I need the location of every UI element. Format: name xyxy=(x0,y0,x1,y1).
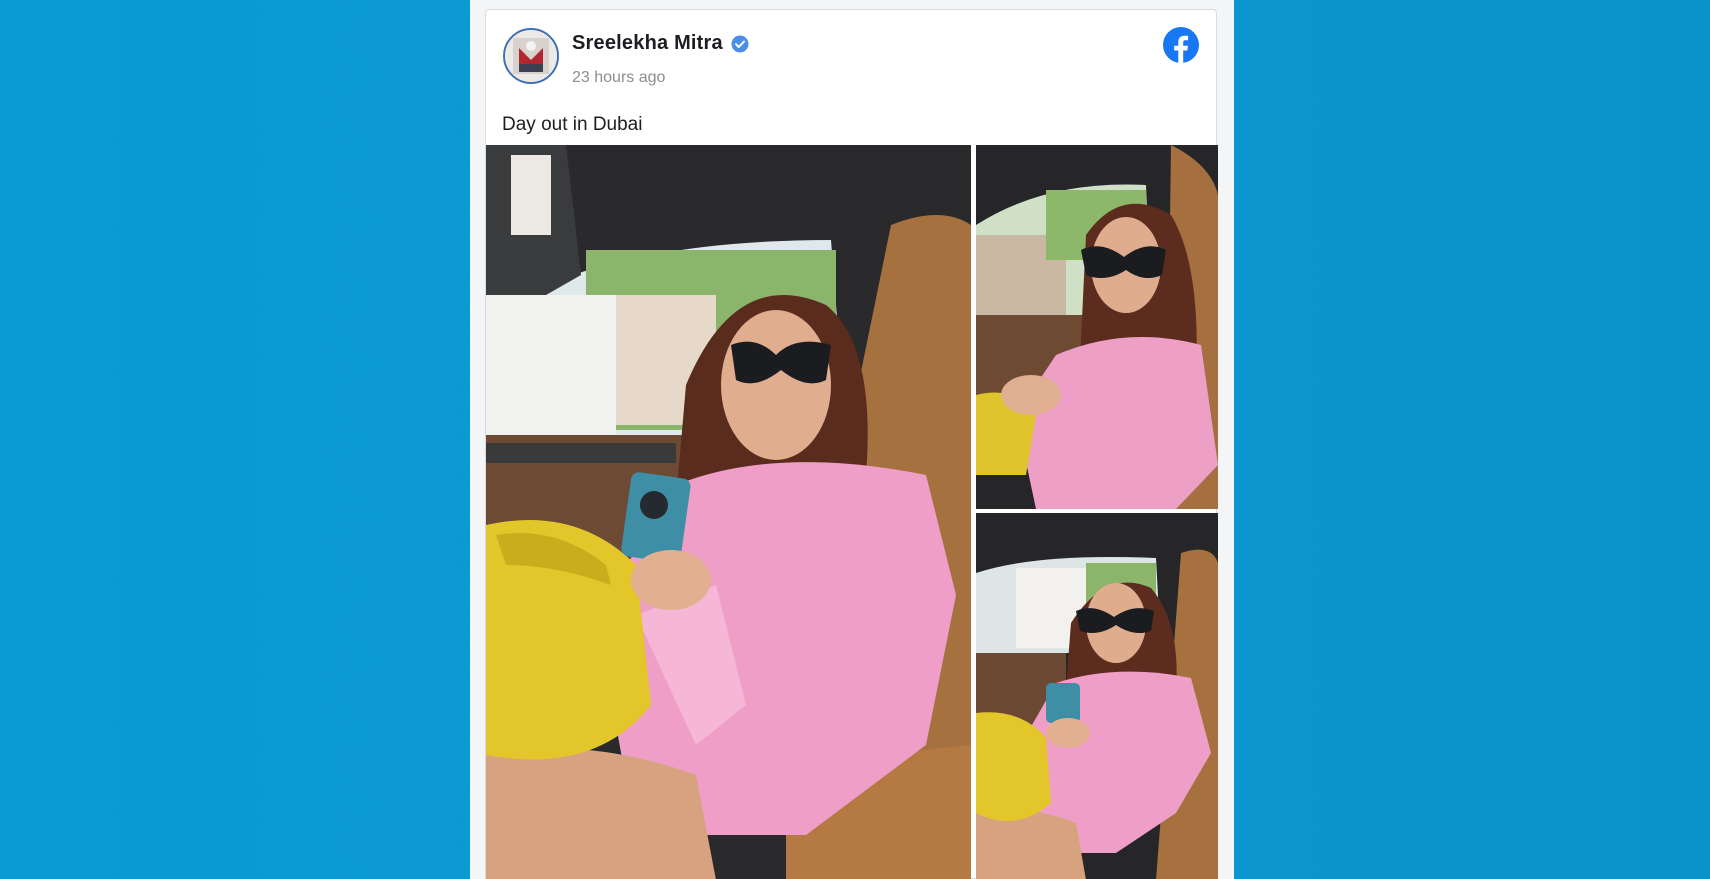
post-text: Day out in Dubai xyxy=(502,114,643,135)
author-row: Sreelekha Mitra xyxy=(572,32,749,55)
author-name[interactable]: Sreelekha Mitra xyxy=(572,32,723,55)
post-timestamp[interactable]: 23 hours ago xyxy=(572,69,665,87)
photo-top-right-image xyxy=(976,145,1218,509)
photo-main-image xyxy=(486,145,971,879)
photo-bottom-right-image xyxy=(976,513,1218,879)
post-photo-top-right[interactable] xyxy=(976,145,1218,509)
avatar-image xyxy=(505,30,557,82)
facebook-icon[interactable] xyxy=(1163,27,1199,63)
post-photo-bottom-right[interactable] xyxy=(976,513,1218,879)
verified-badge-icon xyxy=(731,35,749,53)
author-avatar[interactable] xyxy=(503,28,559,84)
embedded-post-card: Sreelekha Mitra 23 hours ago Day out in … xyxy=(485,9,1218,879)
post-photo-main[interactable] xyxy=(486,145,971,879)
